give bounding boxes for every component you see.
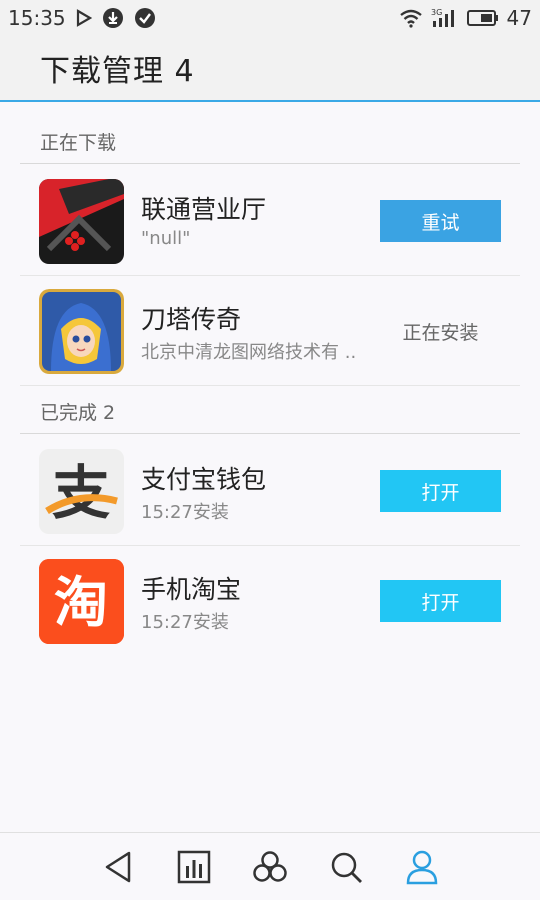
status-bar: 15:35 3G 47 [0, 0, 540, 36]
search-icon[interactable] [325, 846, 367, 888]
open-button[interactable]: 打开 [380, 580, 501, 622]
status-time: 15:35 [8, 6, 66, 30]
list-item[interactable]: 支 支付宝钱包 15:27安装 打开 [20, 436, 520, 546]
app-name: 联通营业厅 [141, 195, 267, 224]
list-item[interactable]: 刀塔传奇 北京中清龙图网络技术有 .. 正在安装 [20, 276, 520, 386]
installing-status: 正在安装 [402, 321, 479, 344]
app-status-text: "null" [141, 228, 191, 249]
section-header-completed: 已完成 2 [20, 390, 520, 434]
categories-icon[interactable] [249, 846, 291, 888]
check-notification-icon [134, 7, 156, 29]
title-bar: 下载管理 4 [0, 36, 540, 102]
bottom-nav [0, 832, 540, 900]
page-title: 下载管理 4 [40, 54, 195, 89]
unicom-app-icon [39, 179, 124, 264]
app-name: 支付宝钱包 [141, 465, 267, 494]
dota-legend-app-icon [39, 289, 124, 374]
install-time: 15:27安装 [141, 612, 229, 633]
section-header-downloading: 正在下载 [20, 120, 520, 164]
app-name: 手机淘宝 [141, 575, 242, 604]
rankings-icon[interactable] [173, 846, 215, 888]
battery-icon [466, 9, 499, 27]
battery-level: 47 [506, 6, 532, 30]
wifi-icon [399, 8, 423, 28]
app-name: 刀塔传奇 [141, 305, 242, 334]
alipay-app-icon: 支 [39, 449, 124, 534]
list-item[interactable]: 联通营业厅 "null" 重试 [20, 166, 520, 276]
alipay-logo-char: 支 [52, 459, 110, 527]
play-icon [76, 9, 92, 27]
profile-icon[interactable] [401, 846, 443, 888]
download-list: 正在下载 联通营业厅 "null" 重试 刀塔传奇 北京中清龙图网络技术有 ..… [0, 102, 540, 832]
install-time: 15:27安装 [141, 502, 229, 523]
back-icon[interactable] [97, 846, 139, 888]
taobao-app-icon: 淘 [39, 559, 124, 644]
signal-3g-icon: 3G [431, 7, 459, 29]
retry-button[interactable]: 重试 [380, 200, 501, 242]
list-item[interactable]: 淘 手机淘宝 15:27安装 打开 [20, 546, 520, 656]
open-button[interactable]: 打开 [380, 470, 501, 512]
download-notification-icon [102, 7, 124, 29]
app-developer-text: 北京中清龙图网络技术有 .. [141, 342, 357, 363]
svg-text:3G: 3G [431, 8, 442, 17]
taobao-logo-char: 淘 [54, 571, 108, 634]
